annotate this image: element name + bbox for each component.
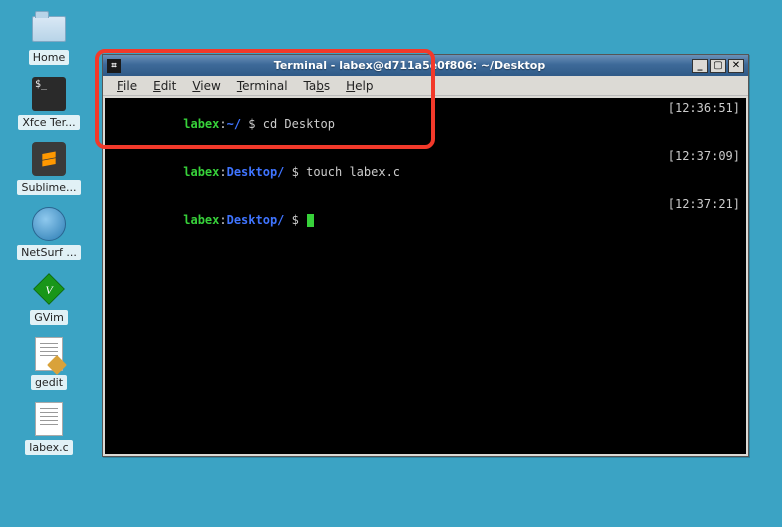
xfce-terminal-icon[interactable]: Xfce Ter... [14,75,84,130]
terminal-body-frame: labex:~/ $ cd Desktop [12:36:51] labex:D… [103,96,748,456]
icon-label: gedit [31,375,67,390]
close-button[interactable]: ✕ [728,59,744,73]
folder-icon [30,10,68,48]
window-titlebar[interactable]: ⌗ Terminal - labex@d711a5e0f806: ~/Deskt… [103,55,748,76]
gedit-icon[interactable]: gedit [14,335,84,390]
terminal-line: labex:~/ $ cd Desktop [12:36:51] [111,100,740,148]
gvim-icon[interactable]: V GVim [14,270,84,325]
c-file-icon [30,400,68,438]
minimize-button[interactable]: _ [692,59,708,73]
menu-terminal[interactable]: Terminal [229,77,296,95]
icon-label: GVim [30,310,68,325]
icon-label: Xfce Ter... [18,115,79,130]
icon-label: labex.c [25,440,72,455]
window-title: Terminal - labex@d711a5e0f806: ~/Desktop [127,59,692,72]
menu-file[interactable]: File [109,77,145,95]
text-editor-icon [30,335,68,373]
terminal-line: labex:Desktop/ $ touch labex.c [12:37:09… [111,148,740,196]
menubar: File Edit View Terminal Tabs Help [103,76,748,96]
terminal-window: ⌗ Terminal - labex@d711a5e0f806: ~/Deskt… [102,54,749,457]
icon-label: NetSurf ... [17,245,81,260]
terminal-line: labex:Desktop/ $ [12:37:21] [111,196,740,244]
maximize-button[interactable]: ▢ [710,59,726,73]
window-app-icon: ⌗ [107,59,121,73]
icon-label: Home [29,50,69,65]
labex-c-file-icon[interactable]: labex.c [14,400,84,455]
cursor [307,214,314,227]
icon-label: Sublime... [17,180,80,195]
timestamp: [12:37:21] [668,196,740,244]
timestamp: [12:36:51] [668,100,740,148]
netsurf-icon[interactable]: NetSurf ... [14,205,84,260]
globe-icon [30,205,68,243]
timestamp: [12:37:09] [668,148,740,196]
terminal-body[interactable]: labex:~/ $ cd Desktop [12:36:51] labex:D… [105,98,746,454]
home-folder-icon[interactable]: Home [14,10,84,65]
menu-edit[interactable]: Edit [145,77,184,95]
window-buttons: _ ▢ ✕ [692,59,744,73]
menu-help[interactable]: Help [338,77,381,95]
terminal-app-icon [30,75,68,113]
vim-app-icon: V [30,270,68,308]
menu-tabs[interactable]: Tabs [296,77,339,95]
sublime-app-icon [30,140,68,178]
sublime-text-icon[interactable]: Sublime... [14,140,84,195]
menu-view[interactable]: View [184,77,228,95]
desktop-icons-column: Home Xfce Ter... Sublime... NetSurf ... … [14,10,84,465]
